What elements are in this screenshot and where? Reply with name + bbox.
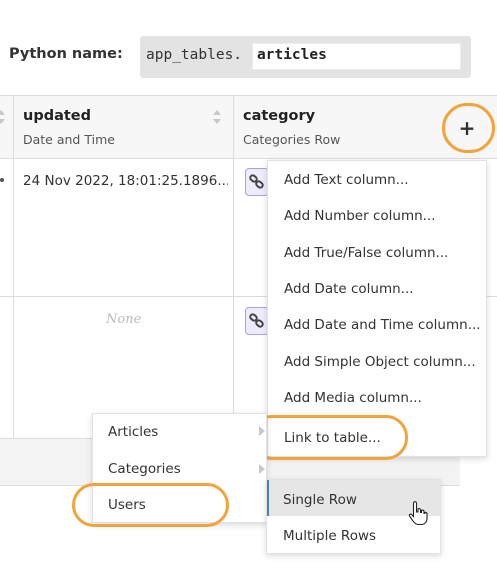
menu-item-add-media[interactable]: Add Media column... (284, 390, 422, 406)
cell-updated-none[interactable]: None (106, 312, 141, 327)
cell-updated[interactable]: 24 Nov 2022, 18:01:25.1896... (23, 173, 228, 189)
menu-item-add-number[interactable]: Add Number column... (284, 208, 436, 224)
column-type-category: Categories Row (243, 132, 341, 147)
menu-item-articles[interactable]: Articles (108, 424, 158, 440)
python-name-input[interactable]: articles (252, 43, 461, 70)
menu-item-add-text[interactable]: Add Text column... (284, 172, 409, 188)
menu-item-add-simple-object[interactable]: Add Simple Object column... (284, 354, 476, 370)
menu-item-add-date[interactable]: Add Date column... (284, 281, 414, 297)
highlight-ring (72, 483, 229, 527)
menu-item-add-true-false[interactable]: Add True/False column... (284, 245, 448, 261)
submenu-arrow-icon (259, 426, 265, 436)
highlight-ring (442, 103, 495, 153)
column-type-updated: Date and Time (23, 132, 115, 147)
python-name-label: Python name: (9, 46, 123, 62)
highlight-ring (250, 415, 408, 460)
column-divider (233, 96, 234, 438)
column-divider (13, 96, 14, 438)
submenu-arrow-icon (259, 464, 265, 474)
link-chip[interactable] (245, 168, 269, 196)
column-header-category[interactable]: category (243, 108, 315, 124)
hand-cursor-icon (407, 500, 429, 526)
menu-item-multiple-rows[interactable]: Multiple Rows (283, 528, 376, 544)
menu-item-categories[interactable]: Categories (108, 461, 181, 477)
python-name-prefix: app_tables. (146, 47, 243, 63)
sort-icon[interactable] (0, 108, 6, 126)
link-chip[interactable] (245, 307, 269, 335)
sort-icon[interactable] (212, 108, 222, 126)
table-header-row (0, 95, 497, 159)
menu-item-add-date-time[interactable]: Add Date and Time column... (284, 317, 481, 333)
truncated-cell-dot (0, 178, 4, 182)
selected-item-bar (267, 480, 269, 516)
add-column-menu (267, 160, 487, 457)
column-header-updated[interactable]: updated (23, 108, 91, 124)
menu-item-single-row[interactable]: Single Row (283, 492, 357, 508)
